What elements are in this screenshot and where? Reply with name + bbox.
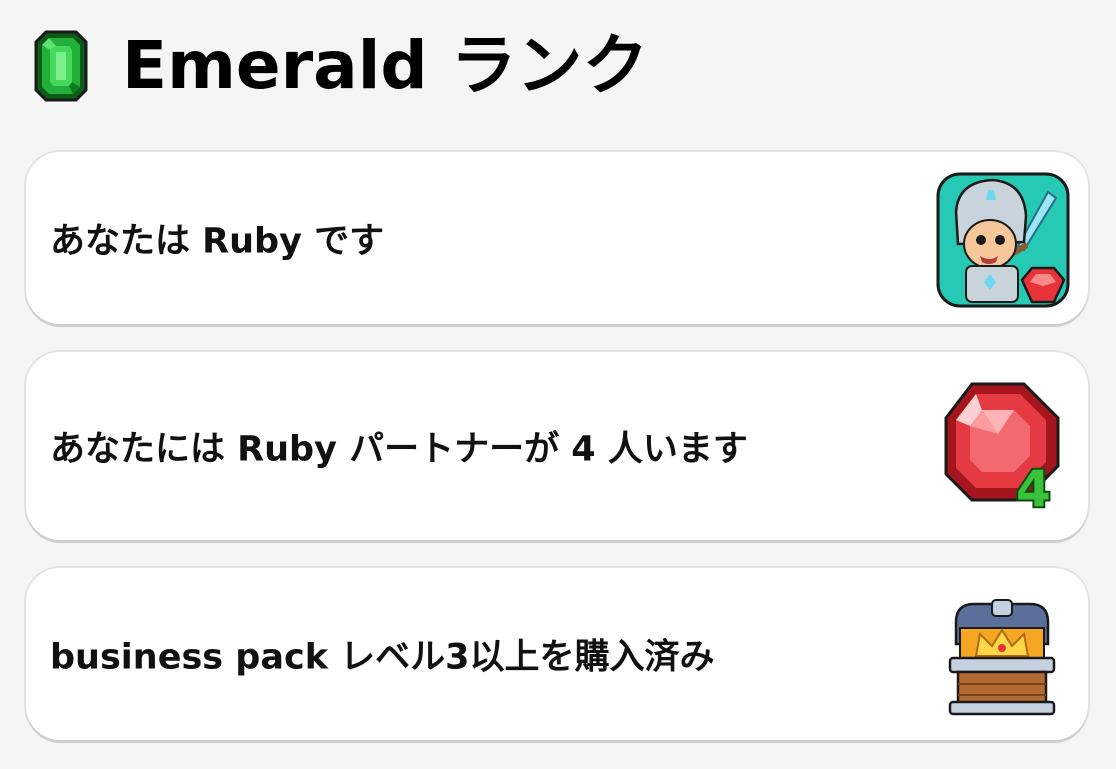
requirement-label: あなたは Ruby です: [50, 221, 385, 262]
knight-with-ruby-icon: [936, 172, 1070, 308]
treasure-chest-crown-icon: [948, 599, 1056, 716]
rank-header: Emerald ランク: [34, 26, 649, 106]
rank-requirements-page: Emerald ランク あなたは Ruby です あなたには Ruby パートナ…: [0, 0, 1116, 769]
requirement-label: あなたには Ruby パートナーが 4 人います: [50, 429, 748, 470]
requirement-card-ruby-partners: あなたには Ruby パートナーが 4 人います 4: [26, 352, 1088, 540]
partner-count-badge: 4: [1016, 460, 1051, 514]
emerald-gem-icon: [34, 30, 88, 102]
page-title: Emerald ランク: [122, 27, 649, 104]
requirement-card-ruby-rank: あなたは Ruby です: [26, 152, 1088, 324]
requirement-card-business-pack: business pack レベル3以上を購入済み: [26, 568, 1088, 740]
ruby-gem-count-icon: 4: [944, 382, 1060, 514]
requirement-label: business pack レベル3以上を購入済み: [50, 637, 715, 678]
